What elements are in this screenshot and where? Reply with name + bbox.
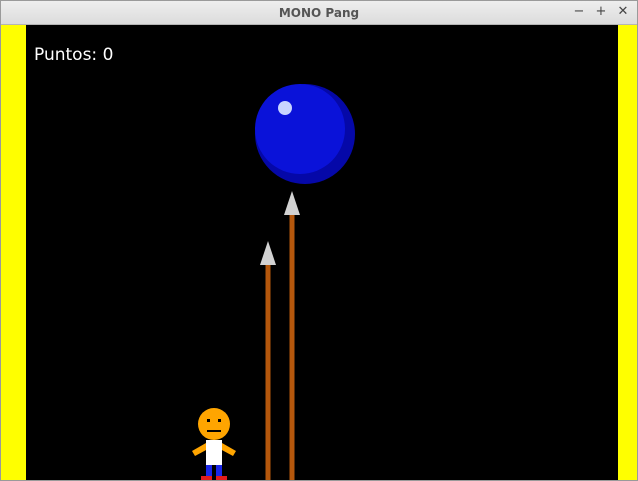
player-mouth [207,430,221,432]
player-left-shoe [201,476,212,480]
spear-2 [284,191,300,480]
player-right-eye [218,419,221,422]
player-left-arm [192,443,208,456]
window-title: MONO Pang [278,6,360,20]
maximize-button[interactable]: + [593,4,609,20]
close-button[interactable]: ✕ [615,4,631,20]
minimize-button[interactable]: − [571,4,587,20]
game-scene [192,84,355,480]
player-shirt [206,440,222,465]
spear-1-shaft [265,265,271,480]
ball-body [255,84,345,174]
ball-highlight [278,101,292,115]
player-right-shoe [216,476,227,480]
player [192,408,236,480]
spear-1-tip [260,241,276,265]
player-left-leg [206,465,212,477]
game-canvas[interactable]: Puntos: 0 [1,25,637,480]
player-right-arm [220,443,236,456]
spear-2-tip [284,191,300,215]
player-left-eye [207,419,210,422]
player-right-leg [216,465,222,477]
spear-2-shaft [289,215,295,480]
title-bar[interactable]: MONO Pang − + ✕ [1,1,637,25]
spear-1 [260,241,276,480]
game-window: MONO Pang − + ✕ Puntos: 0 [0,0,638,481]
ball [255,84,355,184]
player-head [198,408,230,440]
